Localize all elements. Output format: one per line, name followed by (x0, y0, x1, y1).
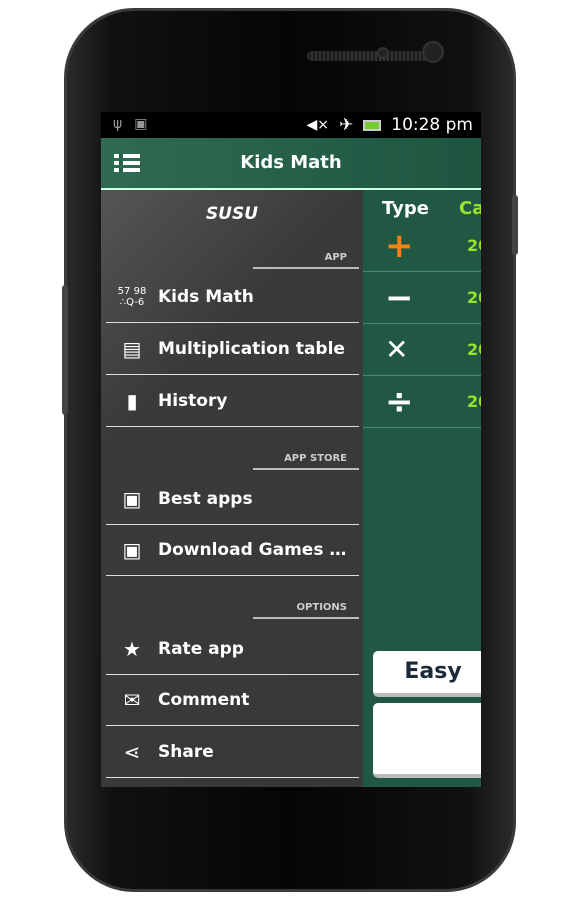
type-header: Type (382, 198, 429, 219)
drawer-item-kids-math[interactable]: 57 98 ∴Q-6 Kids Math (106, 272, 359, 323)
drawer-item-best-apps[interactable]: ▣ Best apps (106, 474, 359, 525)
front-camera (422, 41, 444, 63)
row-count: 20 (467, 392, 481, 411)
section-header-app-store: APP STORE (253, 453, 359, 470)
row-count: 20 (467, 236, 481, 255)
operation-row-multiplication[interactable]: ✕ 20 (363, 324, 481, 376)
sensor (377, 47, 389, 59)
count-header: Ca (459, 198, 481, 219)
screen: ψ ▣ ◀× ✈ 10:28 pm Kids Math Type Ca +20 −… (101, 112, 481, 787)
numbers-search-icon: 57 98 ∴Q-6 (117, 286, 147, 308)
section-header-app: APP (253, 252, 359, 269)
main-content: Type Ca +20 − 20 ✕ 20 ÷ 20 Easy (363, 190, 481, 787)
row-count: 20 (467, 288, 481, 307)
status-time: 10:28 pm (391, 115, 473, 135)
mail-icon: ✉ (123, 688, 141, 712)
mute-icon: ◀× (306, 117, 330, 133)
drawer-item-rate-app[interactable]: ★ Rate app (106, 624, 359, 675)
app-title: Kids Math (240, 152, 342, 173)
drawer-item-multiplication-table[interactable]: ▤ Multiplication table (106, 324, 359, 375)
speaker (307, 51, 435, 61)
difficulty-easy-button[interactable]: Easy (373, 651, 481, 697)
divide-icon: ÷ (385, 382, 414, 422)
action-bar: Kids Math (101, 138, 481, 190)
drawer-item-history[interactable]: ▮ History (106, 376, 359, 427)
star-icon: ★ (123, 637, 141, 661)
operation-row-subtraction[interactable]: − 20 (363, 272, 481, 324)
android-icon: ▣ (122, 538, 142, 562)
power-button[interactable] (512, 195, 518, 255)
android-icon: ▣ (134, 116, 148, 132)
drawer-item-comment[interactable]: ✉ Comment (106, 675, 359, 726)
usb-icon: ψ (113, 116, 123, 132)
book-icon: ▮ (126, 389, 138, 413)
drawer-item-download-games[interactable]: ▣Download Games & Apps (106, 525, 359, 576)
times-icon: ✕ (385, 333, 409, 366)
row-count: 20 (467, 340, 481, 359)
navigation-drawer: SUSU APP 57 98 ∴Q-6 Kids Math ▤ Multiplicat… (101, 190, 363, 787)
android-icon: ▣ (122, 487, 142, 511)
user-name: SUSU (205, 204, 259, 224)
section-header-options: OPTIONS (253, 602, 359, 619)
start-button[interactable] (373, 703, 481, 778)
status-bar: ψ ▣ ◀× ✈ 10:28 pm (101, 112, 481, 138)
battery-charging-icon (363, 119, 382, 131)
operation-row-addition[interactable]: +20 (363, 220, 481, 272)
newspaper-icon: ▤ (122, 337, 142, 361)
volume-button[interactable] (62, 285, 68, 415)
operation-row-division[interactable]: ÷ 20 (363, 376, 481, 428)
share-icon: ⋖ (123, 740, 141, 764)
plus-icon: + (385, 226, 414, 266)
airplane-icon: ✈ (339, 115, 354, 135)
drawer-item-share[interactable]: ⋖ Share (106, 727, 359, 778)
minus-icon: − (385, 278, 414, 318)
